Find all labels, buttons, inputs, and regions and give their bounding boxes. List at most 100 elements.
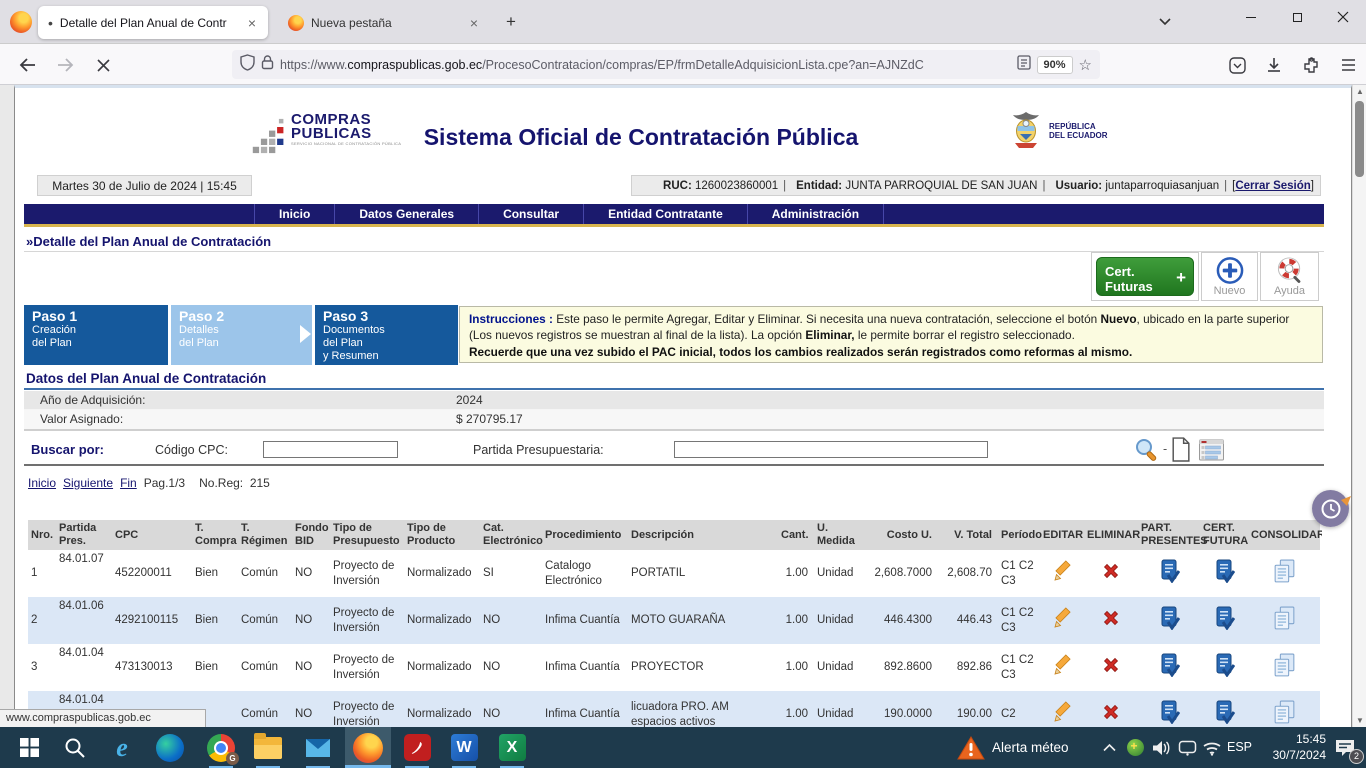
downloads-icon[interactable] xyxy=(1262,53,1286,77)
cert-futura-icon[interactable] xyxy=(1213,715,1235,727)
nav-item-administracion[interactable]: Administración xyxy=(747,204,884,224)
start-button[interactable] xyxy=(6,727,52,768)
keyboard-language-indicator[interactable]: ESP xyxy=(1227,727,1252,768)
consolidar-icon[interactable] xyxy=(1271,670,1298,682)
consolidar-icon[interactable] xyxy=(1271,717,1298,727)
delete-x-icon[interactable] xyxy=(1101,666,1121,678)
wifi-icon[interactable] xyxy=(1199,727,1225,768)
tray-chevron-icon[interactable] xyxy=(1096,727,1122,768)
bookmark-star-icon[interactable]: ☆ xyxy=(1079,56,1092,74)
taskbar-internet-explorer[interactable]: e xyxy=(99,727,145,768)
cert-futuras-button[interactable]: Cert.Futuras + xyxy=(1096,257,1194,296)
taskbar-file-explorer[interactable] xyxy=(245,727,291,768)
taskbar-clock[interactable]: 15:45 30/7/2024 xyxy=(1256,731,1326,763)
pocket-icon[interactable] xyxy=(1225,53,1249,77)
plan-year-row: Año de Adquisición: 2024 xyxy=(24,391,1324,410)
taskbar-excel[interactable]: X xyxy=(489,727,535,768)
back-icon[interactable] xyxy=(14,52,40,78)
page-scrollbar[interactable]: ▲ ▼ xyxy=(1352,85,1366,727)
logo-tagline: SERVICIO NACIONAL DE CONTRATACIÓN PÚBLIC… xyxy=(291,141,401,146)
delete-x-icon[interactable] xyxy=(1101,572,1121,584)
floating-timer-widget[interactable] xyxy=(1312,490,1349,527)
edit-pencil-icon[interactable] xyxy=(1051,620,1073,632)
url-bar[interactable]: https://www.compraspublicas.gob.ec/Proce… xyxy=(232,50,1100,79)
cert-futura-icon[interactable] xyxy=(1213,668,1235,680)
search-magnifier-icon[interactable] xyxy=(1134,437,1161,467)
weather-alert-text[interactable]: Alerta méteo xyxy=(992,727,1069,768)
export-page-icon[interactable] xyxy=(1170,437,1191,465)
report-list-icon[interactable] xyxy=(1198,439,1225,464)
scrollbar-thumb[interactable] xyxy=(1355,101,1364,177)
entidad-value: JUNTA PARROQUIAL DE SAN JUAN xyxy=(845,180,1037,192)
browser-tab-active[interactable]: • Detalle del Plan Anual de Contr × xyxy=(38,6,268,39)
ayuda-button[interactable]: Ayuda xyxy=(1260,252,1319,301)
window-close-button[interactable] xyxy=(1320,0,1366,34)
browser-toolbar: https://www.compraspublicas.gob.ec/Proce… xyxy=(0,44,1366,85)
zoom-level-badge[interactable]: 90% xyxy=(1037,56,1073,74)
cert-futura-icon[interactable] xyxy=(1213,621,1235,633)
window-minimize-button[interactable] xyxy=(1228,0,1274,34)
taskbar-firefox-active[interactable] xyxy=(345,727,391,768)
part-presentes-icon[interactable] xyxy=(1158,715,1180,727)
col-descripcion: Descripción xyxy=(628,520,778,550)
cerrar-sesion-link[interactable]: Cerrar Sesión xyxy=(1235,180,1310,192)
consolidar-icon[interactable] xyxy=(1271,576,1298,588)
taskbar-acrobat[interactable] xyxy=(394,727,440,768)
pac-table-wrapper: Nro. Partida Pres. CPC T. Compra T. Régi… xyxy=(28,520,1322,727)
delete-x-icon[interactable] xyxy=(1101,619,1121,631)
taskbar-word[interactable]: W xyxy=(441,727,487,768)
step-1-creacion-del-plan[interactable]: Paso 1 Creación del Plan xyxy=(24,305,168,365)
pager-fin-link[interactable]: Fin xyxy=(120,476,137,490)
browser-tab-newtab[interactable]: Nueva pestaña × xyxy=(278,6,490,39)
step-2-detalles-del-plan[interactable]: Paso 2 Detalles del Plan xyxy=(171,305,312,365)
nuevo-button[interactable]: Nuevo xyxy=(1201,252,1258,301)
search-section: Buscar por: Código CPC: Partida Presupue… xyxy=(24,435,1324,463)
taskbar-chrome[interactable]: G xyxy=(198,727,244,768)
edit-pencil-icon[interactable] xyxy=(1051,667,1073,679)
edit-pencil-icon[interactable] xyxy=(1051,714,1073,726)
scroll-down-icon[interactable]: ▼ xyxy=(1353,716,1366,725)
taskbar-mail[interactable] xyxy=(295,727,341,768)
delete-x-icon[interactable] xyxy=(1101,713,1121,725)
forward-icon[interactable] xyxy=(52,52,78,78)
nav-item-consultar[interactable]: Consultar xyxy=(478,204,583,224)
consolidar-icon[interactable] xyxy=(1271,623,1298,635)
weather-alert-icon[interactable] xyxy=(954,727,988,768)
usuario-value: juntaparroquiasanjuan xyxy=(1105,180,1219,192)
lock-icon[interactable] xyxy=(261,54,274,75)
col-v-total: V. Total xyxy=(938,520,998,550)
tracking-shield-icon[interactable] xyxy=(240,54,255,76)
tab-close-icon[interactable]: × xyxy=(246,15,258,31)
scroll-up-icon[interactable]: ▲ xyxy=(1353,87,1366,96)
cert-futura-icon[interactable] xyxy=(1213,574,1235,586)
nav-item-entidad-contratante[interactable]: Entidad Contratante xyxy=(583,204,747,224)
col-consolidar: CONSOLIDAR xyxy=(1248,520,1320,550)
partida-presupuestaria-input[interactable] xyxy=(674,441,988,458)
extensions-icon[interactable] xyxy=(1299,53,1323,77)
part-presentes-icon[interactable] xyxy=(1158,574,1180,586)
nav-item-inicio[interactable]: Inicio xyxy=(254,204,334,224)
antivirus-tray-icon[interactable] xyxy=(1122,727,1148,768)
taskbar-edge[interactable] xyxy=(147,727,193,768)
new-tab-button[interactable]: + xyxy=(506,12,516,32)
display-device-icon[interactable] xyxy=(1174,727,1200,768)
list-tabs-chevron-icon[interactable] xyxy=(1158,14,1172,33)
nav-item-datos-generales[interactable]: Datos Generales xyxy=(334,204,478,224)
partida-presupuestaria-label: Partida Presupuestaria: xyxy=(473,443,604,457)
volume-icon[interactable] xyxy=(1148,727,1174,768)
codigo-cpc-input[interactable] xyxy=(263,441,398,458)
edit-pencil-icon[interactable] xyxy=(1051,573,1073,585)
reader-view-icon[interactable] xyxy=(1017,55,1031,75)
tab-close-icon[interactable]: × xyxy=(468,15,480,31)
pager-inicio-link[interactable]: Inicio xyxy=(28,476,56,490)
col-cpc: CPC xyxy=(112,520,192,550)
window-maximize-button[interactable] xyxy=(1274,0,1320,34)
menu-hamburger-icon[interactable] xyxy=(1336,53,1360,77)
part-presentes-icon[interactable] xyxy=(1158,621,1180,633)
step-3-documentos-del-plan[interactable]: Paso 3 Documentos del Plan y Resumen xyxy=(315,305,458,365)
taskbar-search-button[interactable] xyxy=(52,727,98,768)
stop-loading-icon[interactable] xyxy=(90,52,116,78)
part-presentes-icon[interactable] xyxy=(1158,668,1180,680)
notification-center-button[interactable]: 2 xyxy=(1332,727,1358,768)
pager-siguiente-link[interactable]: Siguiente xyxy=(63,476,113,490)
